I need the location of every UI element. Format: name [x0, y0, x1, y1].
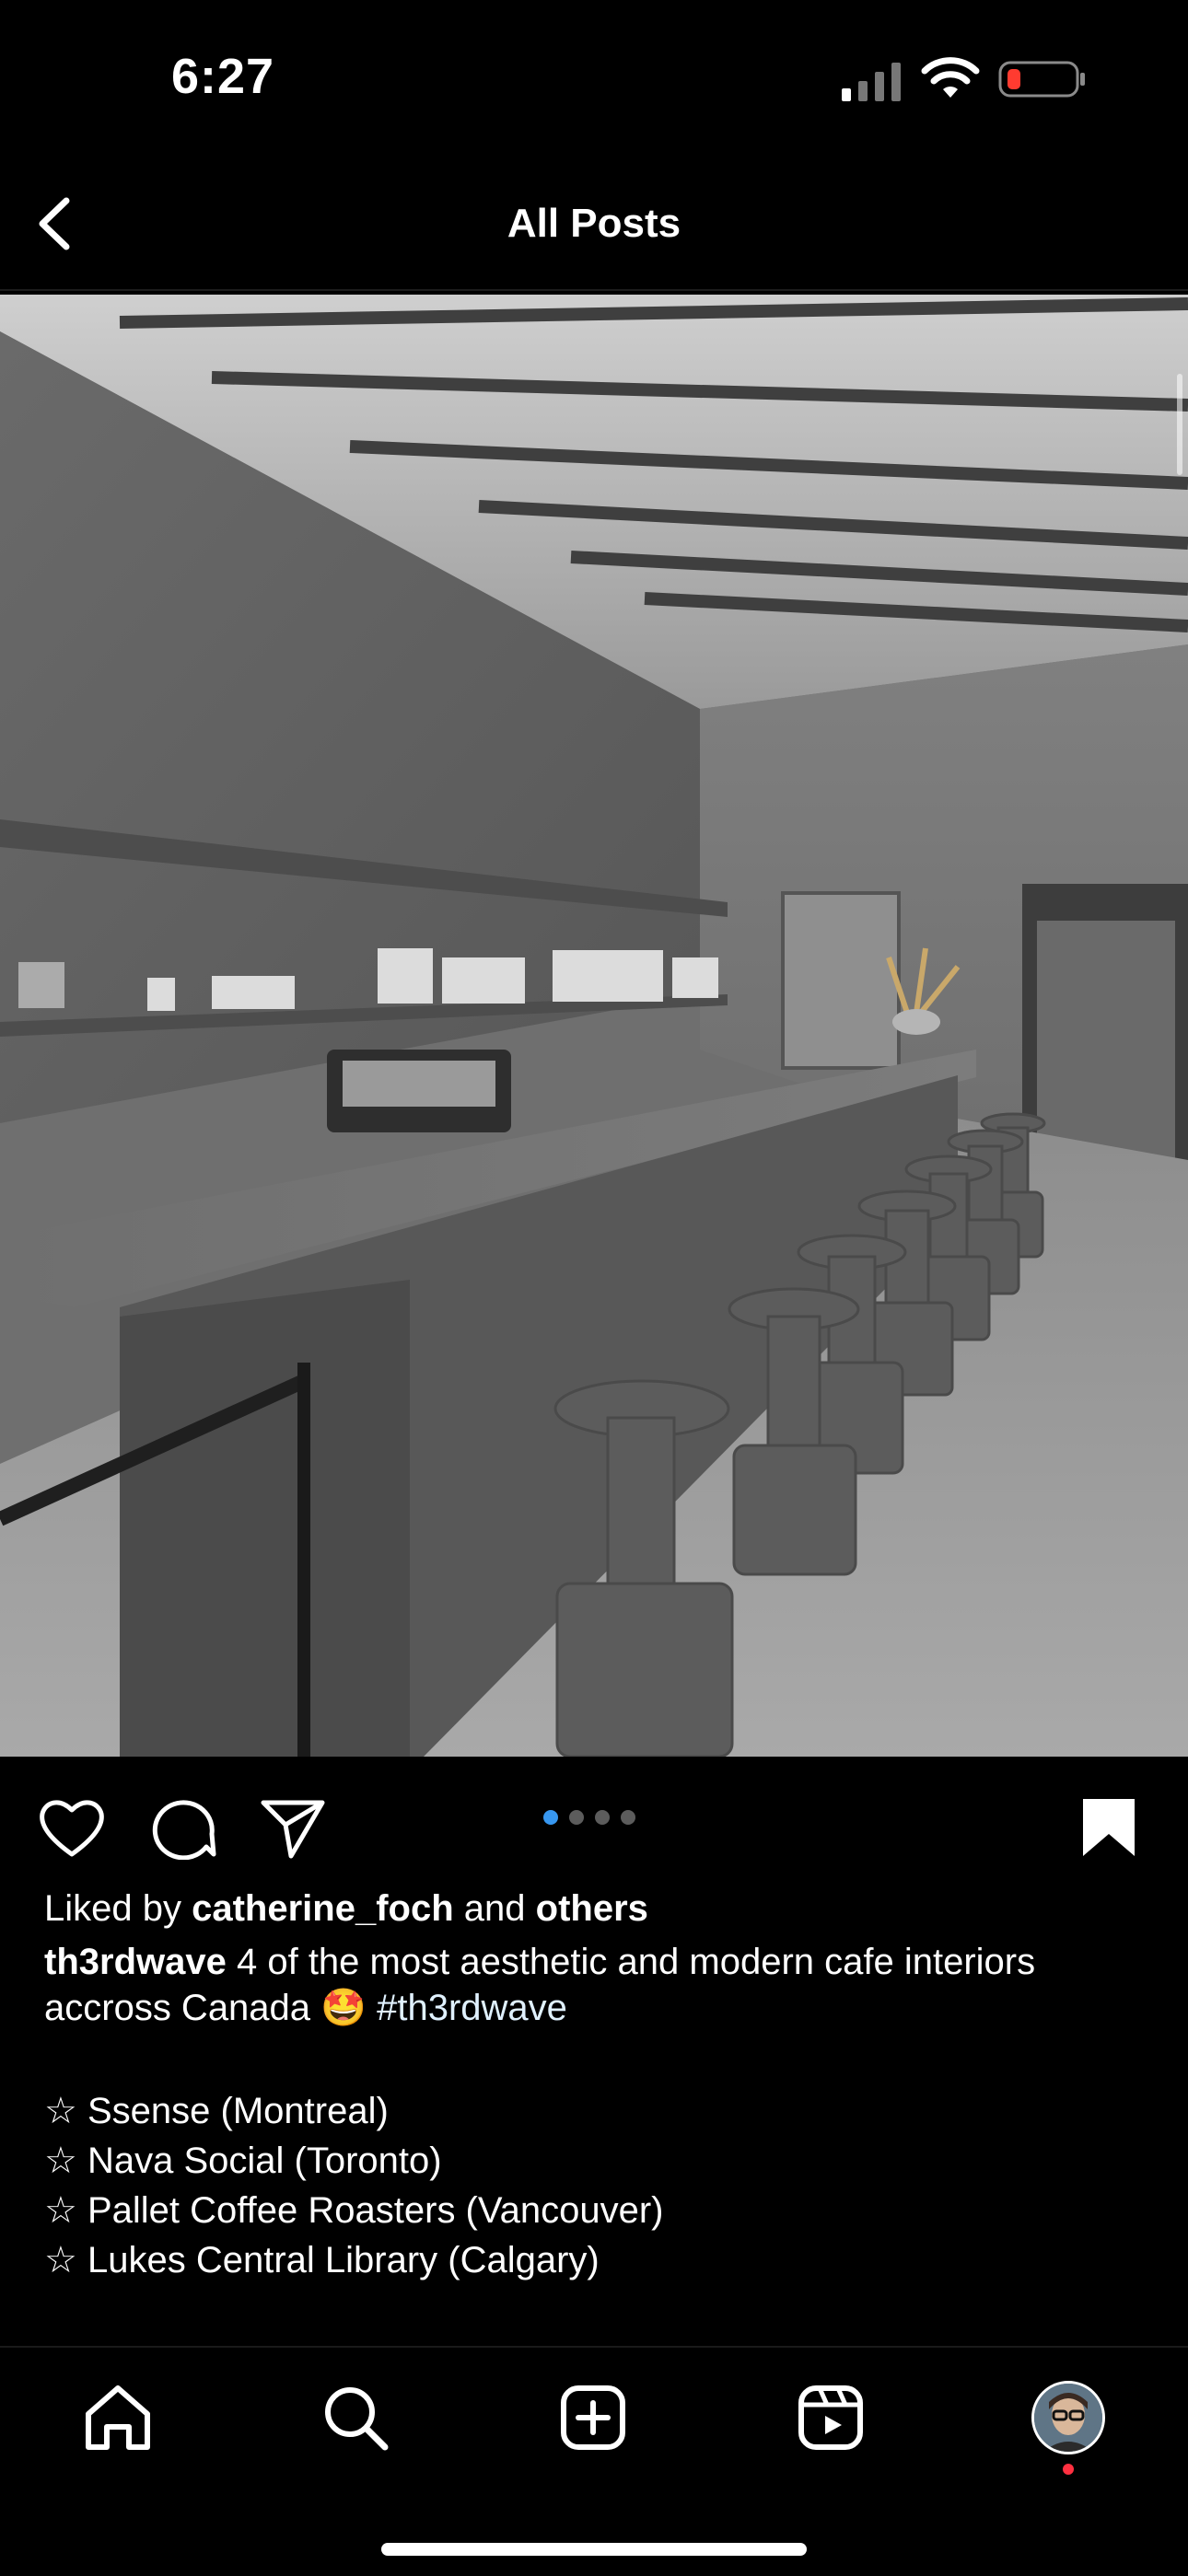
post-image[interactable] — [0, 295, 1188, 1757]
home-indicator — [381, 2543, 807, 2556]
caption-list-item-1: ☆ Ssense (Montreal) — [44, 2091, 389, 2131]
bookmark-icon[interactable] — [1074, 1795, 1144, 1860]
liked-by-prefix: Liked by — [44, 1888, 181, 1929]
caption-text-1: 4 of the most aesthetic and modern cafe … — [236, 1942, 1036, 1982]
caption-hashtag[interactable]: #th3rdwave — [377, 1988, 567, 2028]
caption-username[interactable]: th3rdwave — [44, 1942, 227, 1982]
reels-icon[interactable] — [794, 2381, 868, 2454]
liked-by-middle: and — [463, 1888, 526, 1929]
liked-by-others[interactable]: others — [536, 1888, 648, 1929]
cellular-signal-icon — [842, 63, 901, 101]
nav-header: All Posts — [0, 157, 1188, 291]
profile-photo — [1034, 2384, 1102, 2452]
status-time: 6:27 — [171, 49, 275, 104]
home-icon[interactable] — [81, 2381, 155, 2454]
carousel-dot-2 — [569, 1810, 584, 1825]
carousel-dot-1 — [543, 1810, 558, 1825]
caption-list-item-3: ☆ Pallet Coffee Roasters (Vancouver) — [44, 2190, 664, 2231]
carousel-dots — [543, 1810, 635, 1828]
status-bar: 6:27 — [0, 0, 1188, 157]
battery-low-icon — [998, 61, 1085, 98]
page-title: All Posts — [507, 201, 681, 246]
caption-text-2: accross Canada — [44, 1988, 311, 2028]
notification-dot — [1063, 2464, 1074, 2475]
send-icon[interactable] — [258, 1795, 328, 1860]
comment-icon[interactable] — [147, 1795, 217, 1860]
carousel-dot-4 — [621, 1810, 635, 1825]
liked-by-user[interactable]: catherine_foch — [192, 1888, 454, 1929]
caption-emoji: 🤩 — [320, 1988, 367, 2028]
carousel-dot-3 — [595, 1810, 610, 1825]
wifi-icon — [921, 57, 980, 98]
liked-by-line[interactable]: Liked by catherine_foch and others — [44, 1886, 1159, 1932]
avatar[interactable] — [1031, 2381, 1105, 2454]
post-caption: Liked by catherine_foch and others th3rd… — [44, 1886, 1159, 2283]
header-divider — [0, 289, 1188, 291]
heart-icon[interactable] — [37, 1795, 107, 1860]
caption-list-item-2: ☆ Nava Social (Toronto) — [44, 2141, 442, 2181]
cafe-interior-photo — [0, 295, 1188, 1757]
search-icon[interactable] — [319, 2381, 392, 2454]
plus-square-icon[interactable] — [556, 2381, 630, 2454]
bottom-tab-bar — [0, 2346, 1188, 2576]
caption-list-item-4: ☆ Lukes Central Library (Calgary) — [44, 2240, 600, 2280]
scroll-indicator — [1177, 374, 1182, 475]
